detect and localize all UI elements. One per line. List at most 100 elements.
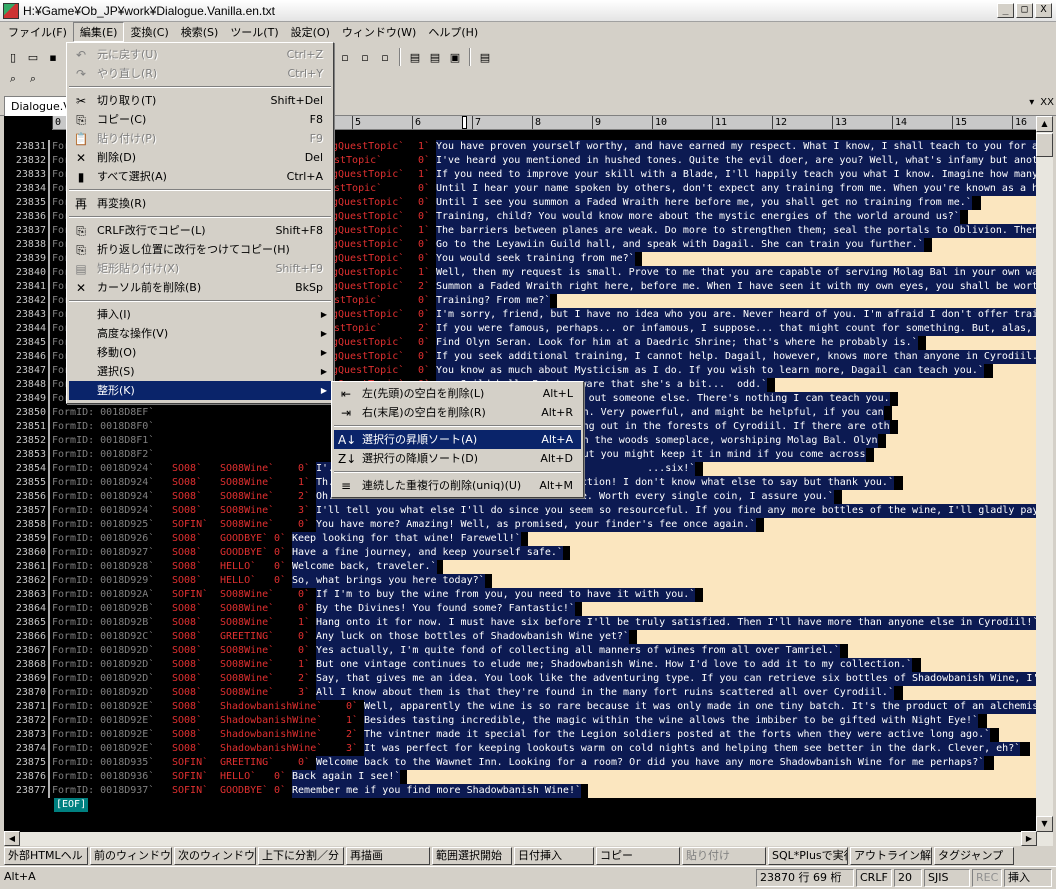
menu-5[interactable]: 設定(O): [285, 23, 336, 41]
response-index: 0`: [418, 337, 431, 348]
window-icon[interactable]: ▣: [446, 48, 464, 66]
menu-1[interactable]: 編集(E): [72, 22, 125, 42]
menu-4[interactable]: ツール(T): [224, 23, 284, 41]
menu-7[interactable]: ヘルプ(H): [422, 23, 484, 41]
format_menu-item-3[interactable]: A↓ 選択行の昇順ソート(A) Alt+A: [334, 430, 581, 449]
save-icon[interactable]: ▪: [44, 48, 62, 66]
form-id: FormID: 0018D924`: [52, 463, 155, 474]
document-icon[interactable]: ▤: [476, 48, 494, 66]
format_menu-item-1[interactable]: ⇥ 右(末尾)の空白を削除(R) Alt+R: [334, 403, 581, 422]
edit_menu-item-9[interactable]: 再再変換(R): [69, 194, 331, 213]
menu-item-shortcut: Ctrl+A: [286, 170, 323, 183]
line-background: [891, 406, 1036, 420]
line-background: [992, 364, 1036, 378]
edit_menu-item-20[interactable]: 整形(K) ▶: [69, 381, 331, 400]
function-key-8[interactable]: コピー: [596, 847, 680, 865]
topic-name: SO08`: [172, 491, 203, 502]
response-index: 0`: [274, 547, 287, 558]
edit_menu-item-12[interactable]: ⎘ 折り返し位置に改行をつけてコピー(H): [69, 240, 331, 259]
menu-6[interactable]: ウィンドウ(W): [336, 23, 422, 41]
vertical-scrollbar[interactable]: ▲ ▼: [1036, 116, 1053, 832]
function-key-5[interactable]: 再描画: [346, 847, 430, 865]
function-key-9[interactable]: 貼り付け: [682, 847, 766, 865]
edit_menu-item-7[interactable]: ▮ すべて選択(A) Ctrl+A: [69, 167, 331, 186]
minimize-button[interactable]: _: [997, 3, 1014, 18]
edit_menu-item-14[interactable]: ✕ カーソル前を削除(B) BkSp: [69, 278, 331, 297]
editor-line: 23864 FormID: 0018D92B` SO08` SO08Wine` 0` By…: [4, 602, 1036, 616]
open-folder-icon[interactable]: ▭: [24, 48, 42, 66]
function-key-11[interactable]: アウトライン解析: [850, 847, 932, 865]
window-title: H:¥Game¥Ob_JP¥work¥Dialogue.Vanilla.en.t…: [23, 3, 275, 18]
format_menu-item-4[interactable]: Z↓ 選択行の降順ソート(D) Alt+D: [334, 449, 581, 468]
line-gutter: [48, 742, 50, 756]
line-gutter: [48, 364, 50, 378]
toolbar-icon-c[interactable]: ▫: [376, 48, 394, 66]
topic-subname: GOODBYE`: [220, 533, 269, 544]
ruler-label: 16: [1012, 116, 1027, 129]
scroll-right-icon[interactable]: ▶: [1021, 831, 1037, 846]
function-key-2[interactable]: 前のウィンドウ: [90, 847, 172, 865]
horizontal-scrollbar[interactable]: ◀ ▶: [4, 831, 1053, 846]
function-key-10[interactable]: SQL*Plusで実行: [768, 847, 848, 865]
function-key-3[interactable]: 次のウィンドウ: [174, 847, 256, 865]
form-id: FormID: 0018D92E`: [52, 715, 155, 726]
editor-line: 23876 FormID: 0018D936` SOFIN` HELLO` 0` Back…: [4, 770, 1036, 784]
edit_menu-item-1[interactable]: ↷ やり直し(R) Ctrl+Y: [69, 64, 331, 83]
scroll-left-icon[interactable]: ◀: [4, 831, 20, 846]
toolbar-icon-a[interactable]: ▫: [336, 48, 354, 66]
function-key-1[interactable]: 外部HTMLヘル: [4, 847, 88, 865]
edit_menu-item-6[interactable]: ✕ 削除(D) Del: [69, 148, 331, 167]
line-gutter: [48, 784, 50, 798]
line-number: 23869: [15, 673, 46, 684]
binoculars-icon[interactable]: ⌕: [4, 70, 22, 88]
menu-item-shortcut: BkSp: [295, 281, 323, 294]
form-id: FormID: 0018D936`: [52, 771, 155, 782]
response-index: 2`: [298, 491, 311, 502]
function-key-4[interactable]: 上下に分割／分: [258, 847, 344, 865]
status-number: 20: [894, 869, 922, 887]
menu-item-label: やり直し(R): [97, 67, 158, 80]
edit_menu-item-3[interactable]: ✂ 切り取り(T) Shift+Del: [69, 91, 331, 110]
dialogue-text: Summon a Faded Wraith right here, before…: [436, 280, 1036, 294]
scroll-down-icon[interactable]: ▼: [1036, 816, 1053, 832]
edit_menu-item-4[interactable]: ⎘ コピー(C) F8: [69, 110, 331, 129]
menu-item-icon: ≡: [340, 479, 352, 493]
edit_menu-item-11[interactable]: ⎘ CRLF改行でコピー(L) Shift+F8: [69, 221, 331, 240]
response-index: 2`: [346, 729, 359, 740]
edit_menu-item-18[interactable]: 移動(O) ▶: [69, 343, 331, 362]
response-index: 1`: [418, 169, 431, 180]
scroll-up-icon[interactable]: ▲: [1036, 116, 1053, 132]
maximize-button[interactable]: □: [1016, 3, 1033, 18]
new-file-icon[interactable]: ▯: [4, 48, 22, 66]
edit_menu-item-0[interactable]: ↶ 元に戻す(U) Ctrl+Z: [69, 45, 331, 64]
topic-subname: ShadowbanishWine`: [220, 743, 323, 754]
menu-3[interactable]: 検索(S): [175, 23, 225, 41]
function-key-12[interactable]: タグジャンプ: [934, 847, 1014, 865]
list-icon[interactable]: ▤: [406, 48, 424, 66]
menu-0[interactable]: ファイル(F): [2, 23, 73, 41]
edit_menu-item-17[interactable]: 高度な操作(V) ▶: [69, 324, 331, 343]
topic-subname: ShadowbanishWine`: [220, 701, 323, 712]
close-button[interactable]: X: [1035, 3, 1052, 18]
menu-2[interactable]: 変換(C): [124, 23, 174, 41]
edit_menu-item-13[interactable]: ▤ 矩形貼り付け(X) Shift+F9: [69, 259, 331, 278]
dialogue-text: Training? From me?`: [436, 294, 551, 308]
editor-line: 23863 FormID: 0018D92A` SOFIN` SO08Wine` 0` I…: [4, 588, 1036, 602]
toolbar-icon-b[interactable]: ▫: [356, 48, 374, 66]
edit_menu-item-19[interactable]: 選択(S) ▶: [69, 362, 331, 381]
tab-dropdown-icon[interactable]: ▾: [1029, 97, 1034, 108]
edit_menu-item-5[interactable]: 📋 貼り付け(P) F9: [69, 129, 331, 148]
dialogue-text: If I'm to buy the wine from you, you nee…: [316, 588, 696, 602]
find-next-icon[interactable]: ⌕: [24, 70, 42, 88]
tab-close-icon[interactable]: XX: [1040, 97, 1054, 108]
edit_menu-item-16[interactable]: 挿入(I) ▶: [69, 305, 331, 324]
checklist-icon[interactable]: ▤: [426, 48, 444, 66]
vertical-scroll-thumb[interactable]: [1036, 133, 1053, 157]
topic-name: SO08`: [172, 645, 203, 656]
topic-name: gQuestTopic`: [332, 281, 405, 292]
function-key-6[interactable]: 範囲選択開始: [432, 847, 512, 865]
format_menu-item-0[interactable]: ⇤ 左(先頭)の空白を削除(L) Alt+L: [334, 384, 581, 403]
editor-line: 23862 FormID: 0018D929` SO08` HELLO` 0` So, w…: [4, 574, 1036, 588]
function-key-7[interactable]: 日付挿入: [514, 847, 594, 865]
format_menu-item-6[interactable]: ≡ 連続した重複行の削除(uniq)(U) Alt+M: [334, 476, 581, 495]
